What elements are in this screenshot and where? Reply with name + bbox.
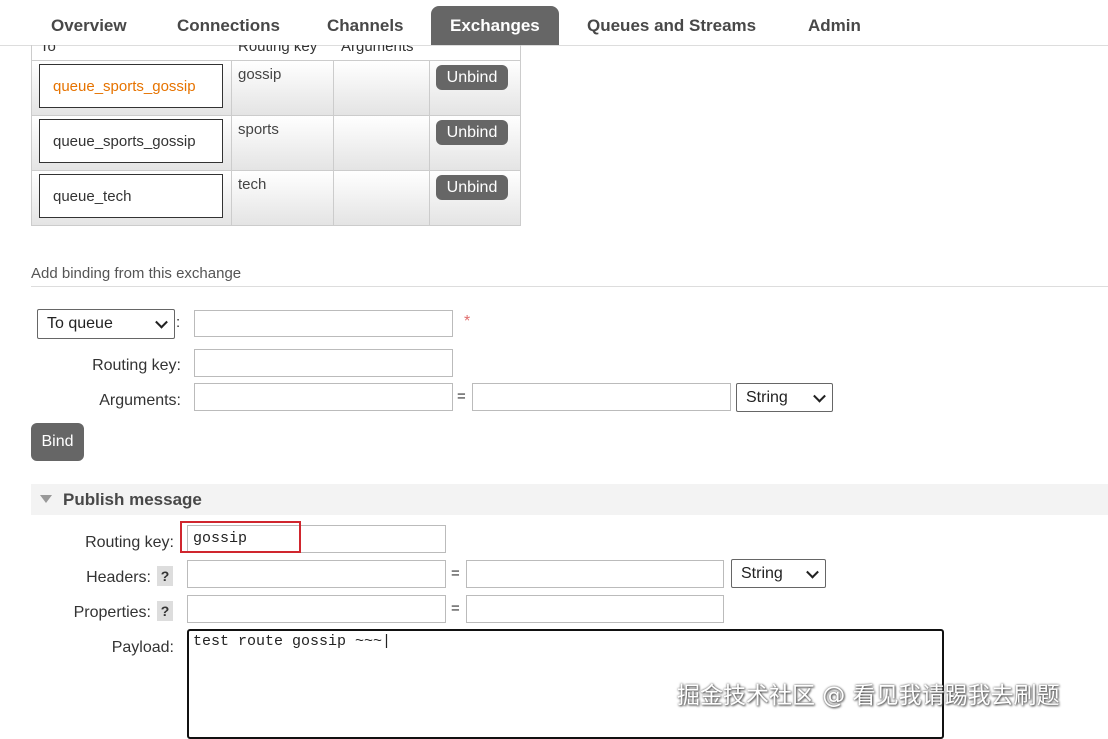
bindings-table: To Routing key Arguments queue_sports_go…: [31, 45, 521, 226]
tab-overview[interactable]: Overview: [32, 6, 146, 45]
binding-routing-key: gossip: [238, 66, 282, 83]
equals-separator: =: [457, 388, 466, 405]
top-nav: Overview Connections Channels Exchanges …: [0, 0, 1108, 46]
watermark-text: 掘金技术社区 @ 看见我请踢我去刷题: [677, 683, 1060, 709]
chevron-down-icon: [155, 315, 168, 329]
table-row: queue_tech tech Unbind: [32, 170, 520, 225]
column-divider: [231, 116, 232, 170]
column-divider: [429, 171, 430, 225]
binding-arguments-label: Arguments:: [99, 392, 181, 409]
destination-type-select[interactable]: To queue: [37, 309, 175, 339]
properties-help-icon[interactable]: ?: [157, 601, 173, 621]
property-value-input[interactable]: [466, 595, 724, 623]
column-divider: [333, 116, 334, 170]
equals-separator: =: [451, 600, 460, 617]
unbind-button[interactable]: Unbind: [436, 175, 508, 200]
column-divider: [231, 61, 232, 115]
binding-argument-value-input[interactable]: [472, 383, 731, 411]
table-row: queue_sports_gossip gossip Unbind: [32, 60, 520, 115]
headers-label: Headers:: [86, 569, 151, 586]
header-type-select[interactable]: String: [731, 559, 826, 588]
destination-name-input[interactable]: [194, 310, 453, 337]
column-header-to: To: [40, 45, 56, 55]
binding-destination-link[interactable]: queue_sports_gossip: [39, 64, 223, 108]
section-divider: [31, 286, 1108, 287]
colon-separator: :: [176, 314, 181, 331]
collapse-triangle-icon: [40, 495, 52, 503]
tab-connections[interactable]: Connections: [158, 6, 299, 45]
binding-routing-key-label: Routing key:: [92, 357, 181, 374]
tab-exchanges[interactable]: Exchanges: [431, 6, 559, 45]
unbind-button[interactable]: Unbind: [436, 65, 508, 90]
publish-message-header[interactable]: Publish message: [31, 484, 1108, 515]
column-divider: [333, 61, 334, 115]
required-asterisk: *: [464, 313, 471, 330]
equals-separator: =: [451, 565, 460, 582]
column-header-arguments: Arguments: [341, 45, 414, 55]
property-key-input[interactable]: [187, 595, 446, 623]
binding-argument-key-input[interactable]: [194, 383, 453, 411]
column-divider: [231, 171, 232, 225]
binding-routing-key: sports: [238, 121, 279, 138]
unbind-button[interactable]: Unbind: [436, 120, 508, 145]
column-divider: [333, 171, 334, 225]
binding-destination-link[interactable]: queue_sports_gossip: [39, 119, 223, 163]
table-row: queue_sports_gossip sports Unbind: [32, 115, 520, 170]
header-value-input[interactable]: [466, 560, 724, 588]
headers-help-icon[interactable]: ?: [157, 566, 173, 586]
binding-destination-link[interactable]: queue_tech: [39, 174, 223, 218]
header-key-input[interactable]: [187, 560, 446, 588]
tab-queues-and-streams[interactable]: Queues and Streams: [568, 6, 775, 45]
tab-channels[interactable]: Channels: [308, 6, 423, 45]
binding-routing-key: tech: [238, 176, 267, 193]
highlight-annotation-box: [180, 521, 301, 553]
column-divider: [429, 116, 430, 170]
publish-message-title: Publish message: [63, 490, 202, 509]
chevron-down-icon: [813, 389, 826, 403]
chevron-down-icon: [806, 565, 819, 579]
binding-routing-key-input[interactable]: [194, 349, 453, 377]
bind-button[interactable]: Bind: [31, 423, 84, 461]
tab-admin[interactable]: Admin: [789, 6, 880, 45]
binding-argument-type-value: String: [746, 389, 788, 406]
column-header-routing-key: Routing key: [238, 45, 318, 55]
column-divider: [429, 61, 430, 115]
publish-routing-key-label: Routing key:: [85, 534, 174, 551]
add-binding-title: Add binding from this exchange: [31, 265, 242, 282]
properties-label: Properties:: [73, 604, 151, 621]
binding-argument-type-select[interactable]: String: [736, 383, 833, 412]
payload-label: Payload:: [111, 639, 174, 656]
destination-type-value: To queue: [47, 315, 113, 332]
header-type-value: String: [741, 565, 783, 582]
